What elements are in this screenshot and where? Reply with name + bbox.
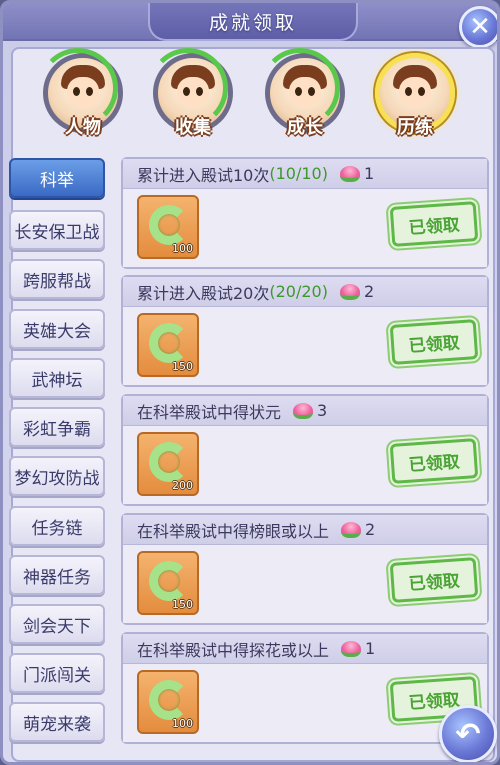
sidebar-item-war-god-altar[interactable]: 武神坛 [9,358,105,398]
reward-item-slot[interactable]: 100 [137,670,199,734]
achievement-body: 150 已领取 [123,307,487,385]
sidebar-item-fantasy-siege[interactable]: 梦幻攻防战 [9,456,105,496]
achievement-card: 在科举殿试中得探花或以上 1 100 已领取 [121,632,489,744]
achievement-title: 在科举殿试中得状元 [137,402,282,422]
achievement-card: 在科举殿试中得状元 3 200 已领取 [121,394,489,506]
category-tab-growth[interactable]: 成长 [260,48,345,143]
reward-count: 1 [363,164,375,183]
reward-count: 3 [317,401,328,420]
achievement-card: 累计进入殿试10次 (10/10) 1 100 已领取 [121,157,489,269]
sidebar-item-changan-defense[interactable]: 长安保卫战 [9,210,105,250]
achievement-title: 累计进入殿试20次 [137,283,270,303]
reward-item-slot[interactable]: 150 [137,551,199,615]
claimed-stamp: 已领取 [389,557,479,603]
achievement-progress: (10/10) [269,164,328,183]
jade-ring-icon [149,205,189,245]
claimed-stamp: 已领取 [389,201,479,247]
avatar [393,65,437,113]
reward-item-slot[interactable]: 200 [137,432,199,496]
item-quantity: 150 [172,360,193,373]
item-quantity: 200 [172,479,193,492]
category-tab-collection[interactable]: 收集 [148,48,233,143]
item-quantity: 150 [172,598,193,611]
avatar [283,65,327,113]
sidebar-item-keju[interactable]: 科举 [9,158,105,198]
sidebar-item-sect-trial[interactable]: 门派闯关 [9,653,105,693]
achievement-list[interactable]: 累计进入殿试10次 (10/10) 1 100 已领取 累计进入殿试20次 (2… [121,157,491,747]
claimed-stamp: 已领取 [389,438,479,484]
achievement-header: 在科举殿试中得榜眼或以上 2 [123,515,487,545]
achievement-body: 200 已领取 [123,426,487,504]
achievement-header: 累计进入殿试10次 (10/10) 1 [123,159,487,189]
back-button[interactable]: ↶ [439,705,497,762]
reward-item-slot[interactable]: 100 [137,195,199,259]
achievement-card: 在科举殿试中得榜眼或以上 2 150 已领取 [121,513,489,625]
jade-ring-icon [149,680,189,720]
sidebar-item-rainbow-contest[interactable]: 彩虹争霸 [9,407,105,447]
claimed-stamp: 已领取 [389,319,479,365]
reward-count: 1 [365,639,376,658]
jade-ring-icon [149,561,189,601]
category-tabs: 人物 收集 成长 历练 [38,48,463,143]
sidebar-item-pet-raid[interactable]: 萌宠来袭 [9,702,105,742]
achievement-body: 150 已领取 [123,545,487,623]
reward-count: 2 [363,282,375,301]
title-bar: 成就领取 [3,3,497,41]
close-button[interactable]: ✕ [459,6,497,48]
achievement-title: 累计进入殿试10次 [137,165,270,185]
achievement-title: 在科举殿试中得探花或以上 [137,640,330,660]
sidebar-item-quest-chain[interactable]: 任务链 [9,506,105,546]
lotus-flower-icon [293,402,314,419]
lotus-flower-icon [341,640,362,657]
lotus-flower-icon [341,521,362,538]
title-plate: 成就领取 [148,3,358,41]
category-label: 成长 [287,117,323,138]
close-icon: ✕ [469,12,491,42]
lotus-flower-icon [339,165,360,182]
item-quantity: 100 [172,242,193,255]
back-arrow-icon: ↶ [455,716,481,752]
achievement-window: 成就领取 ✕ 人物 收集 成长 历练 科举 长安保卫战 跨服帮战 英雄大会 武神… [0,0,500,765]
achievement-progress: (20/20) [269,282,328,301]
achievement-title: 在科举殿试中得榜眼或以上 [137,521,330,541]
sidebar-item-hero-assembly[interactable]: 英雄大会 [9,309,105,349]
achievement-body: 100 已领取 [123,664,487,742]
sidebar-item-cross-server-guild-war[interactable]: 跨服帮战 [9,259,105,299]
window-title: 成就领取 [208,11,297,34]
item-quantity: 100 [172,717,193,730]
category-label: 历练 [397,117,433,138]
category-label: 人物 [65,117,101,138]
category-tab-experience[interactable]: 历练 [375,53,455,143]
achievement-header: 累计进入殿试20次 (20/20) 2 [123,277,487,307]
achievement-header: 在科举殿试中得探花或以上 1 [123,634,487,664]
lotus-flower-icon [339,283,360,300]
avatar [61,65,105,113]
reward-count: 2 [365,520,376,539]
achievement-card: 累计进入殿试20次 (20/20) 2 150 已领取 [121,275,489,387]
sidebar-item-sword-meet[interactable]: 剑会天下 [9,604,105,644]
reward-item-slot[interactable]: 150 [137,313,199,377]
category-label: 收集 [175,117,211,138]
jade-ring-icon [149,323,189,363]
jade-ring-icon [149,442,189,482]
achievement-header: 在科举殿试中得状元 3 [123,396,487,426]
sidebar-item-artifact-quest[interactable]: 神器任务 [9,555,105,595]
achievement-body: 100 已领取 [123,189,487,267]
avatar [171,65,215,113]
category-tab-character[interactable]: 人物 [38,48,123,143]
